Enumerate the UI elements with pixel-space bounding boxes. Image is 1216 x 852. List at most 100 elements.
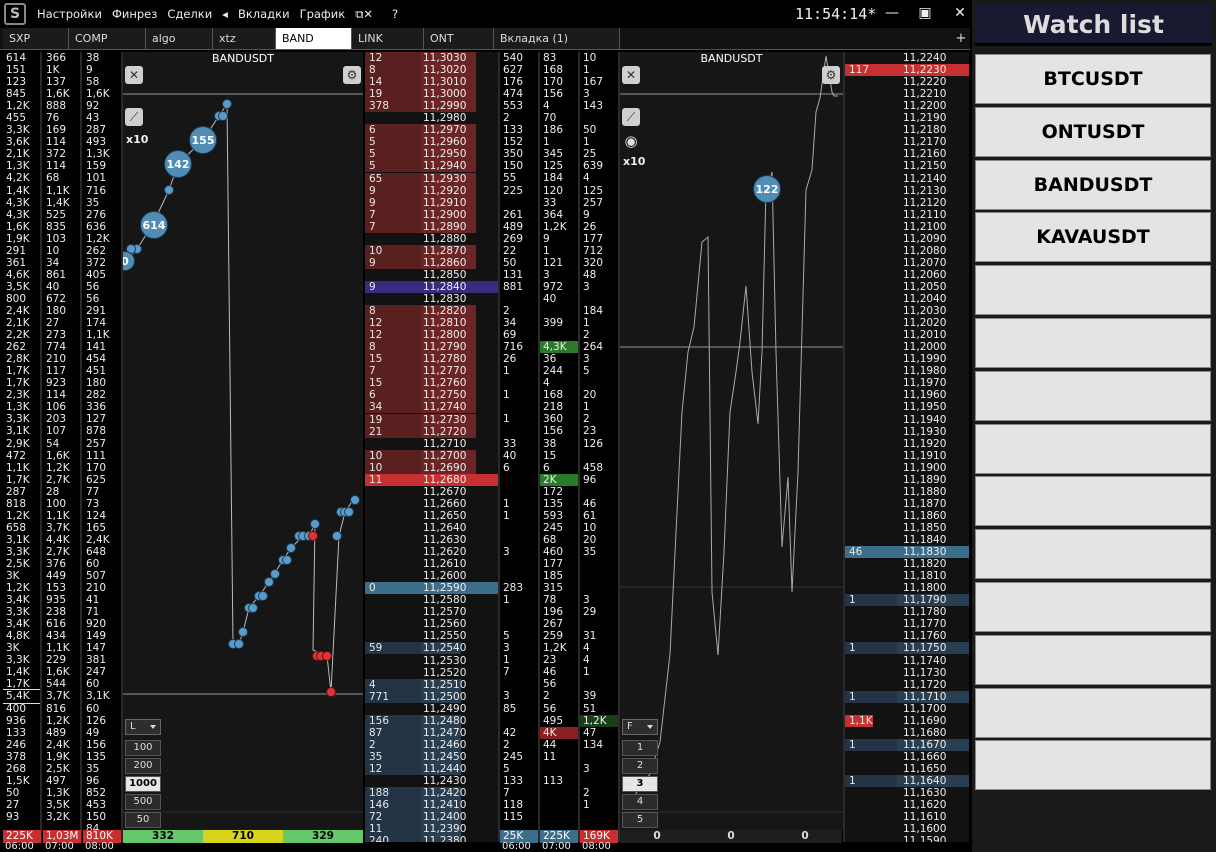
order-book-row[interactable]: 188 11,2420	[365, 787, 498, 800]
order-book-row[interactable]: 11,2520	[365, 667, 498, 679]
order-book-row[interactable]: 7 11,2890	[365, 220, 498, 233]
order-book-row[interactable]: 35 11,2450	[365, 750, 498, 763]
scale-button[interactable]: 3	[622, 776, 658, 792]
order-book-row[interactable]: 11,1790 1	[845, 594, 969, 607]
order-book-row[interactable]: 11,2210	[845, 88, 969, 100]
order-book-row[interactable]: 11,2550	[365, 630, 498, 642]
order-book-row[interactable]: 11,2670	[365, 486, 498, 498]
order-book-row[interactable]: 11,2490	[365, 703, 498, 715]
order-book-row[interactable]: 11,1920	[845, 438, 969, 450]
order-book-row[interactable]: 11,2050	[845, 281, 969, 293]
watchlist-empty-slot[interactable]	[975, 740, 1211, 791]
watchlist-item-btcusdt[interactable]: BTCUSDT	[975, 54, 1211, 104]
trade-bubble[interactable]: 142	[164, 150, 192, 178]
order-book-row[interactable]: 11,1610	[845, 811, 969, 823]
close-button[interactable]: ✕	[950, 3, 970, 23]
order-book-row[interactable]: 11,1810	[845, 570, 969, 582]
order-book-row[interactable]: 11,2710	[365, 438, 498, 450]
order-book-row[interactable]: 11,2040	[845, 293, 969, 305]
menu-detach-close[interactable]: ⧉✕	[355, 7, 373, 22]
settings-gear-icon[interactable]: ⚙	[343, 66, 361, 84]
left-chart-mode-dropdown[interactable]: L	[125, 719, 161, 735]
order-book-row[interactable]: 771 11,2500	[365, 690, 498, 703]
order-book-row[interactable]: 11 11,2390	[365, 823, 498, 836]
order-book-row[interactable]: 146 11,2410	[365, 799, 498, 812]
order-book-row[interactable]: 11,2150	[845, 160, 969, 172]
order-book-row[interactable]: 9 11,2860	[365, 256, 498, 269]
add-tab-button[interactable]: +	[952, 28, 970, 49]
order-book-row[interactable]: 9 11,2840	[365, 280, 498, 293]
right-order-book[interactable]: 11,2240 11,2230 117 11,2220 11,2210 11,2200 11…	[845, 52, 969, 842]
menu-chart[interactable]: График	[300, 7, 346, 21]
order-book-row[interactable]: 59 11,2540	[365, 642, 498, 655]
order-book-row[interactable]: 11,2240	[845, 52, 969, 64]
order-book-row[interactable]: 11,1930	[845, 426, 969, 438]
order-book-row[interactable]: 11,1590	[845, 835, 969, 842]
order-book-row[interactable]: 0 11,2590	[365, 582, 498, 595]
order-book-row[interactable]: 11,1860	[845, 510, 969, 522]
scale-button[interactable]: 50	[125, 812, 161, 828]
order-book-row[interactable]: 11,2640	[365, 522, 498, 534]
order-book-row[interactable]: 11,1880	[845, 486, 969, 498]
order-book-row[interactable]: 5 11,2960	[365, 136, 498, 149]
watchlist-empty-slot[interactable]	[975, 370, 1211, 421]
watchlist-empty-slot[interactable]	[975, 529, 1211, 580]
menu-collapse-arrow[interactable]: ◂	[222, 7, 228, 21]
order-book-row[interactable]: 11,1620	[845, 799, 969, 811]
watchlist-empty-slot[interactable]	[975, 318, 1211, 368]
order-book-row[interactable]: 72 11,2400	[365, 811, 498, 824]
order-book-row[interactable]: 6 11,2750	[365, 389, 498, 402]
order-book-row[interactable]: 5 11,2940	[365, 160, 498, 173]
minimize-button[interactable]: —	[882, 3, 902, 23]
close-chart-icon[interactable]: ✕	[622, 66, 640, 84]
order-book-row[interactable]: 12 11,2440	[365, 762, 498, 775]
tab-comp[interactable]: COMP	[69, 28, 146, 49]
order-book-row[interactable]: 11,2070	[845, 257, 969, 269]
order-book-row[interactable]: 5 11,2950	[365, 148, 498, 161]
order-book-row[interactable]: 11,2100	[845, 221, 969, 233]
order-book-row[interactable]: 7 11,2770	[365, 365, 498, 378]
order-book-row[interactable]: 11,2090	[845, 233, 969, 245]
app-logo-icon[interactable]: S	[4, 3, 26, 25]
order-book-row[interactable]: 4 11,2510	[365, 678, 498, 691]
order-book-row[interactable]: 12 11,2810	[365, 317, 498, 330]
order-book-row[interactable]: 11,2020	[845, 317, 969, 329]
order-book-row[interactable]: 11,1960	[845, 389, 969, 401]
menu-finres[interactable]: Финрез	[112, 7, 157, 21]
scale-button[interactable]: 1	[622, 740, 658, 756]
order-book-row[interactable]: 11,1670 1	[845, 738, 969, 751]
order-book-row[interactable]: 11,1720	[845, 679, 969, 691]
order-book-row[interactable]: 65 11,2930	[365, 172, 498, 185]
order-book-row[interactable]: 11,1750 1	[845, 642, 969, 655]
watchlist-empty-slot[interactable]	[975, 582, 1211, 632]
order-book-row[interactable]: 10 11,2700	[365, 449, 498, 462]
order-book-row[interactable]: 19 11,2730	[365, 413, 498, 426]
order-book-row[interactable]: 10 11,2690	[365, 461, 498, 474]
order-book-row[interactable]: 11,2880	[365, 233, 498, 245]
order-book-row[interactable]: 11,2200	[845, 100, 969, 112]
order-book-row[interactable]: 11,2610	[365, 558, 498, 570]
order-book-row[interactable]: 7 11,2900	[365, 208, 498, 221]
trade-bubble[interactable]: 614	[140, 211, 168, 239]
right-chart-mode-dropdown[interactable]: F	[622, 719, 658, 735]
order-book-row[interactable]: 9 11,2920	[365, 184, 498, 197]
order-book-row[interactable]: 11,1980	[845, 365, 969, 377]
order-book-row[interactable]: 11,1780	[845, 606, 969, 618]
watchlist-empty-slot[interactable]	[975, 687, 1211, 738]
watchlist-empty-slot[interactable]	[975, 634, 1211, 685]
watchlist-empty-slot[interactable]	[975, 423, 1211, 474]
order-book-row[interactable]: 11,2010	[845, 329, 969, 341]
order-book-row[interactable]: 10 11,2870	[365, 244, 498, 257]
order-book-row[interactable]: 11 11,2680	[365, 473, 498, 486]
left-order-book[interactable]: 12 11,3030 8 11,3020 14 11,3010 19 11,3000 378 11…	[365, 52, 498, 842]
order-book-row[interactable]: 11,2060	[845, 269, 969, 281]
order-book-row[interactable]: 11,2030	[845, 305, 969, 317]
order-book-row[interactable]: 15 11,2780	[365, 353, 498, 366]
watchlist-empty-slot[interactable]	[975, 265, 1211, 316]
order-book-row[interactable]: 240 11,2380	[365, 835, 498, 842]
order-book-row[interactable]: 11,1770	[845, 618, 969, 630]
order-book-row[interactable]: 9 11,2910	[365, 196, 498, 209]
order-book-row[interactable]: 11,1890	[845, 474, 969, 486]
scale-button[interactable]: 100	[125, 740, 161, 756]
order-book-row[interactable]: 11,2530	[365, 655, 498, 667]
